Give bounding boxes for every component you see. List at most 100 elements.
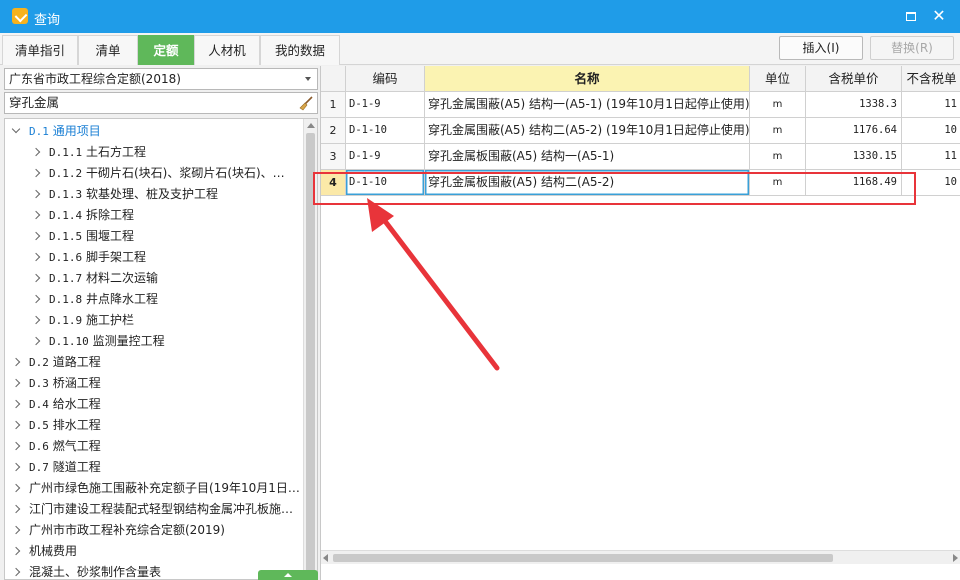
grid-horizontal-scrollbar[interactable] <box>321 550 960 564</box>
cell-unit[interactable]: m <box>750 92 806 118</box>
quota-library-value: 广东省市政工程综合定额(2018) <box>9 72 181 86</box>
cell-unit[interactable]: m <box>750 144 806 170</box>
cell-code[interactable]: D-1-9 <box>346 144 425 170</box>
tree-item[interactable]: D.1.10 监测量控工程 <box>5 331 301 352</box>
tab-quota[interactable]: 定额 <box>138 35 194 65</box>
tree-item[interactable]: D.1 通用项目 <box>5 121 301 142</box>
row-number[interactable]: 2 <box>321 118 346 144</box>
tree-item[interactable]: D.1.5 围堰工程 <box>5 226 301 247</box>
tree-item[interactable]: D.1.7 材料二次运输 <box>5 268 301 289</box>
chevron-down-icon[interactable] <box>305 77 311 81</box>
tree-item-label: 桥涵工程 <box>52 376 101 390</box>
scroll-right-icon[interactable] <box>953 554 958 562</box>
left-panel: 广东省市政工程综合定额(2018) 穿孔金属 D.1 通用项目 D.1.1 土石方… <box>2 66 318 580</box>
cell-name[interactable]: 穿孔金属围蔽(A5) 结构二(A5-2) (19年10月1日起停止使用) <box>425 118 750 144</box>
chevron-right-icon[interactable] <box>31 252 41 262</box>
scroll-left-icon[interactable] <box>323 554 328 562</box>
header-name[interactable]: 名称 <box>425 66 750 92</box>
chevron-right-icon[interactable] <box>11 525 21 535</box>
close-icon[interactable]: ✕ <box>926 4 952 28</box>
tree-item-code: D.2 <box>29 356 49 369</box>
tree-item[interactable]: 广州市绿色施工围蔽补充定额子目(19年10月1日… <box>5 478 301 499</box>
cell-tax-price[interactable]: 1338.3 <box>806 92 902 118</box>
tree-item[interactable]: 机械费用 <box>5 541 301 562</box>
tree-item[interactable]: D.7 隧道工程 <box>5 457 301 478</box>
tree-item[interactable]: D.4 给水工程 <box>5 394 301 415</box>
cell-name[interactable]: 穿孔金属板围蔽(A5) 结构一(A5-1) <box>425 144 750 170</box>
quota-tree[interactable]: D.1 通用项目 D.1.1 土石方工程 D.1.2 干砌片石(块石)、浆砌片石(块… <box>4 118 318 580</box>
chevron-right-icon[interactable] <box>11 399 21 409</box>
header-notax-price[interactable]: 不含税单 <box>902 66 960 92</box>
chevron-right-icon[interactable] <box>31 336 41 346</box>
tree-item[interactable]: D.2 道路工程 <box>5 352 301 373</box>
cell-name[interactable]: 穿孔金属围蔽(A5) 结构一(A5-1) (19年10月1日起停止使用) <box>425 92 750 118</box>
tree-item[interactable]: D.1.8 井点降水工程 <box>5 289 301 310</box>
tree-item-label: 井点降水工程 <box>85 292 158 306</box>
chevron-right-icon[interactable] <box>31 210 41 220</box>
chevron-right-icon[interactable] <box>31 231 41 241</box>
tree-item[interactable]: D.1.6 脚手架工程 <box>5 247 301 268</box>
chevron-right-icon[interactable] <box>11 546 21 556</box>
tree-item[interactable]: 江门市建设工程装配式轻型钢结构金属冲孔板施… <box>5 499 301 520</box>
cell-notax-price[interactable]: 10 <box>902 118 960 144</box>
chevron-right-icon[interactable] <box>11 378 21 388</box>
tree-item[interactable]: D.5 排水工程 <box>5 415 301 436</box>
tree-item[interactable]: D.1.3 软基处理、桩及支护工程 <box>5 184 301 205</box>
chevron-right-icon[interactable] <box>31 189 41 199</box>
cell-unit[interactable]: m <box>750 118 806 144</box>
tree-item[interactable]: 广州市市政工程补充综合定额(2019) <box>5 520 301 541</box>
row-number[interactable]: 1 <box>321 92 346 118</box>
insert-button[interactable]: 插入(I) <box>779 36 863 60</box>
tree-item[interactable]: 混凝土、砂浆制作含量表 <box>5 562 301 579</box>
tree-item[interactable]: D.1.9 施工护栏 <box>5 310 301 331</box>
header-tax-price[interactable]: 含税单价 <box>806 66 902 92</box>
cell-code[interactable]: D-1-10 <box>346 118 425 144</box>
grid-scroll-thumb[interactable] <box>333 554 833 562</box>
tree-item[interactable]: D.3 桥涵工程 <box>5 373 301 394</box>
cell-code[interactable]: D-1-9 <box>346 92 425 118</box>
tab-bill[interactable]: 清单 <box>78 35 138 65</box>
cell-notax-price[interactable]: 11 <box>902 144 960 170</box>
chevron-right-icon[interactable] <box>11 357 21 367</box>
tree-item-label: 材料二次运输 <box>85 271 158 285</box>
chevron-down-icon[interactable] <box>11 124 21 134</box>
quota-library-select[interactable]: 广东省市政工程综合定额(2018) <box>4 68 318 90</box>
maximize-icon[interactable] <box>898 4 924 28</box>
cell-tax-price[interactable]: 1330.15 <box>806 144 902 170</box>
tree-item[interactable]: D.6 燃气工程 <box>5 436 301 457</box>
tab-my-data[interactable]: 我的数据 <box>260 35 340 65</box>
scroll-up-icon[interactable] <box>307 123 315 128</box>
chevron-right-icon[interactable] <box>11 504 21 514</box>
broom-clear-icon[interactable] <box>298 95 314 111</box>
panel-splitter-handle[interactable] <box>258 570 318 580</box>
tree-item-label: 给水工程 <box>52 397 101 411</box>
chevron-right-icon[interactable] <box>31 147 41 157</box>
cell-notax-price[interactable]: 11 <box>902 92 960 118</box>
tree-item[interactable]: D.1.2 干砌片石(块石)、浆砌片石(块石)、… <box>5 163 301 184</box>
header-unit[interactable]: 单位 <box>750 66 806 92</box>
cell-tax-price[interactable]: 1176.64 <box>806 118 902 144</box>
tab-bill-guide[interactable]: 清单指引 <box>2 35 78 65</box>
chevron-right-icon[interactable] <box>11 441 21 451</box>
tree-item-label: 广州市市政工程补充综合定额(2019) <box>29 523 225 537</box>
search-input[interactable]: 穿孔金属 <box>4 92 318 114</box>
chevron-right-icon[interactable] <box>11 462 21 472</box>
replace-button[interactable]: 替换(R) <box>870 36 954 60</box>
chevron-right-icon[interactable] <box>31 315 41 325</box>
chevron-right-icon[interactable] <box>31 294 41 304</box>
row-number[interactable]: 3 <box>321 144 346 170</box>
tree-item-label: 广州市绿色施工围蔽补充定额子目(19年10月1日… <box>29 481 300 495</box>
title-bar: 查询 ✕ <box>0 0 960 33</box>
chevron-right-icon[interactable] <box>11 483 21 493</box>
chevron-right-icon[interactable] <box>11 420 21 430</box>
tree-item-code: D.1.2 <box>49 167 83 180</box>
tree-item-code: D.1 <box>29 125 49 138</box>
tree-item-label: 隧道工程 <box>52 460 101 474</box>
tree-item[interactable]: D.1.4 拆除工程 <box>5 205 301 226</box>
tab-labor-material-machine[interactable]: 人材机 <box>194 35 260 65</box>
tree-item[interactable]: D.1.1 土石方工程 <box>5 142 301 163</box>
header-code[interactable]: 编码 <box>346 66 425 92</box>
chevron-right-icon[interactable] <box>31 168 41 178</box>
chevron-right-icon[interactable] <box>31 273 41 283</box>
chevron-right-icon[interactable] <box>11 567 21 577</box>
